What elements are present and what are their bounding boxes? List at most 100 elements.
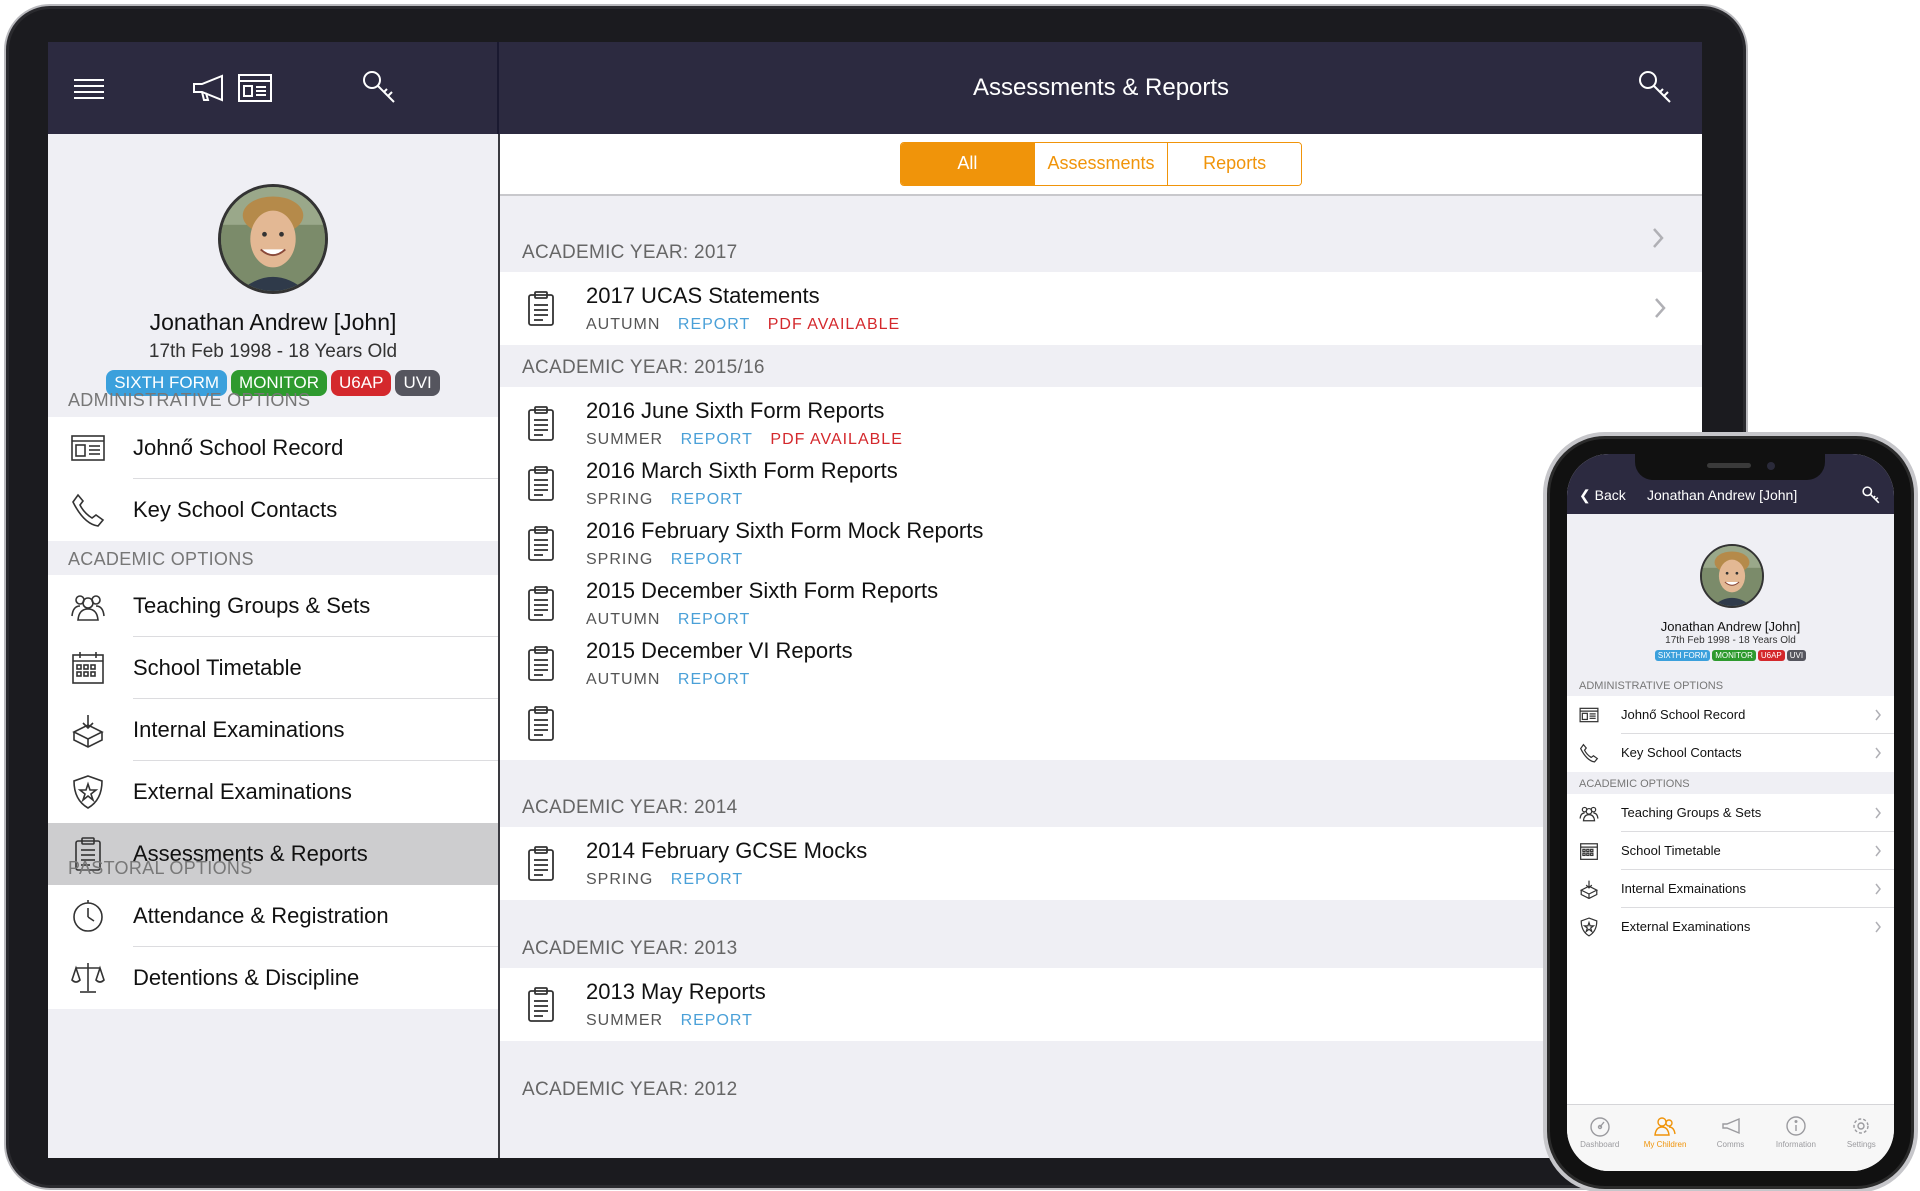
report-type: REPORT — [670, 491, 744, 508]
key-icon[interactable] — [1634, 66, 1676, 108]
reports-panel: All Assessments Reports ACADEMIC YEAR: 2… — [500, 134, 1702, 1158]
report-term: SPRING — [586, 491, 654, 508]
report-row[interactable]: 2013 May Reports SUMMER REPORT — [500, 968, 1702, 1041]
phone-title: Jonathan Andrew [John] — [1647, 487, 1798, 503]
sidebar-item-label: Key School Contacts — [133, 497, 338, 522]
back-button[interactable]: ❮ Back — [1579, 487, 1626, 504]
segment-reports[interactable]: Reports — [1167, 143, 1301, 185]
back-label: Back — [1594, 487, 1626, 503]
report-meta: AUTUMN REPORT PDF AVAILABLE — [586, 316, 912, 334]
megaphone-icon[interactable] — [188, 66, 230, 108]
academic-options-heading: ACADEMIC OPTIONS — [1579, 778, 1690, 790]
phone-item-label: School Timetable — [1621, 843, 1721, 858]
report-meta: SPRING REPORT — [586, 871, 755, 889]
phone-item-label: Internal Exmainations — [1621, 881, 1747, 896]
sidebar-item-school-record[interactable]: Johnő School Record — [48, 417, 498, 479]
sidebar: Jonathan Andrew [John] 17th Feb 1998 - 1… — [48, 134, 498, 1158]
tab-dashboard[interactable]: Dashboard — [1567, 1105, 1632, 1171]
report-title: 2013 May Reports — [586, 979, 766, 1004]
tab-settings[interactable]: Settings — [1829, 1105, 1894, 1171]
empty-list-area — [1567, 946, 1894, 1104]
segment-assessments[interactable]: Assessments — [1033, 143, 1168, 185]
report-term: SUMMER — [586, 1012, 664, 1029]
profile-name: Jonathan Andrew [John] — [149, 309, 397, 335]
phone-item-internal-exams[interactable]: Internal Exmainations — [1567, 870, 1894, 908]
sidebar-item-external-exams[interactable]: External Examinations — [48, 761, 498, 823]
sidebar-item-teaching-groups[interactable]: Teaching Groups & Sets — [48, 575, 498, 637]
report-title: 2015 December VI Reports — [586, 638, 853, 663]
shield-star-icon — [70, 774, 106, 810]
year-heading: ACADEMIC YEAR: 2014 — [522, 797, 738, 818]
tab-label: Comms — [1716, 1140, 1745, 1149]
pastoral-options-heading: PASTORAL OPTIONS — [68, 858, 253, 878]
noticeboard-icon[interactable] — [234, 66, 276, 108]
chevron-right-icon — [1874, 921, 1882, 933]
avatar[interactable] — [1700, 544, 1764, 608]
sidebar-item-timetable[interactable]: School Timetable — [48, 637, 498, 699]
id-card-icon — [1579, 705, 1599, 725]
chevron-right-icon — [1652, 296, 1668, 320]
chevron-right-icon[interactable] — [1650, 226, 1666, 250]
pdf-available-label: PDF AVAILABLE — [770, 431, 903, 448]
key-icon[interactable] — [1860, 484, 1882, 506]
profile-dob: 17th Feb 1998 - 18 Years Old — [1665, 635, 1796, 646]
phone-item-external-exams[interactable]: External Examinations — [1567, 908, 1894, 946]
badge-year: UVI — [395, 370, 440, 396]
report-row[interactable]: 2017 UCAS Statements AUTUMN REPORT PDF A… — [500, 272, 1702, 345]
badge-form: U6AP — [1757, 650, 1785, 661]
tab-information[interactable]: Information — [1763, 1105, 1828, 1171]
pdf-available-label: PDF AVAILABLE — [767, 316, 901, 333]
report-row[interactable]: 2014 February GCSE Mocks SPRING REPORT — [500, 827, 1702, 900]
academic-options-heading: ACADEMIC OPTIONS — [68, 549, 254, 569]
phone-item-contacts[interactable]: Key School Contacts — [1567, 734, 1894, 772]
phone-item-school-record[interactable]: Johnő School Record — [1567, 696, 1894, 734]
avatar[interactable] — [218, 184, 328, 294]
sidebar-item-detentions[interactable]: Detentions & Discipline — [48, 947, 498, 1009]
report-type: REPORT — [680, 1012, 753, 1029]
phone-frame: ❮ Back Jonathan Andrew [John] Jonathan A… — [1543, 432, 1918, 1191]
tab-label: My Children — [1643, 1140, 1687, 1149]
year-heading: ACADEMIC YEAR: 2015/16 — [522, 357, 765, 378]
tablet-frame: Assessments & Reports Jonathan Andrew [J… — [4, 4, 1748, 1190]
badge-list: SIXTH FORM MONITOR U6AP UVI — [1567, 650, 1894, 661]
clipboard-icon — [524, 645, 558, 683]
clipboard-icon — [524, 845, 558, 883]
menu-icon[interactable] — [68, 66, 110, 108]
group-icon — [70, 588, 106, 624]
report-term: SPRING — [586, 871, 654, 888]
tab-comms[interactable]: Comms — [1698, 1105, 1763, 1171]
report-meta — [586, 731, 610, 749]
key-icon[interactable] — [358, 66, 400, 108]
shield-star-icon — [1579, 917, 1599, 937]
profile-name: Jonathan Andrew [John] — [1660, 619, 1801, 634]
filter-bar: All Assessments Reports — [500, 134, 1702, 196]
report-type: REPORT — [670, 551, 744, 568]
scales-icon — [70, 960, 106, 996]
sidebar-item-internal-exams[interactable]: Internal Examinations — [48, 699, 498, 761]
segment-all[interactable]: All — [901, 143, 1034, 185]
phone-item-label: External Examinations — [1621, 919, 1751, 934]
clipboard-icon — [524, 465, 558, 503]
phone-item-timetable[interactable]: School Timetable — [1567, 832, 1894, 870]
clipboard-icon — [524, 585, 558, 623]
tab-label: Dashboard — [1580, 1140, 1620, 1149]
report-type: REPORT — [677, 611, 751, 628]
report-title: 2015 December Sixth Form Reports — [586, 578, 939, 603]
report-term: SPRING — [586, 551, 654, 568]
report-row[interactable] — [500, 687, 1702, 760]
sidebar-item-attendance[interactable]: Attendance & Registration — [48, 885, 498, 947]
page-title: Assessments & Reports — [972, 74, 1230, 101]
profile-dob: 17th Feb 1998 - 18 Years Old — [148, 341, 398, 362]
report-title: 2016 February Sixth Form Mock Reports — [586, 518, 984, 543]
info-icon — [1785, 1115, 1807, 1137]
admin-options-heading: ADMINISTRATIVE OPTIONS — [68, 390, 311, 410]
badge-sixth-form: SIXTH FORM — [1654, 650, 1711, 661]
clipboard-icon — [524, 405, 558, 443]
tab-my-children[interactable]: My Children — [1632, 1105, 1697, 1171]
chevron-right-icon — [1874, 845, 1882, 857]
clipboard-icon — [524, 705, 558, 743]
report-term: AUTUMN — [586, 316, 661, 333]
phone-item-teaching-groups[interactable]: Teaching Groups & Sets — [1567, 794, 1894, 832]
report-title: 2016 June Sixth Form Reports — [586, 398, 885, 423]
sidebar-item-contacts[interactable]: Key School Contacts — [48, 479, 498, 541]
